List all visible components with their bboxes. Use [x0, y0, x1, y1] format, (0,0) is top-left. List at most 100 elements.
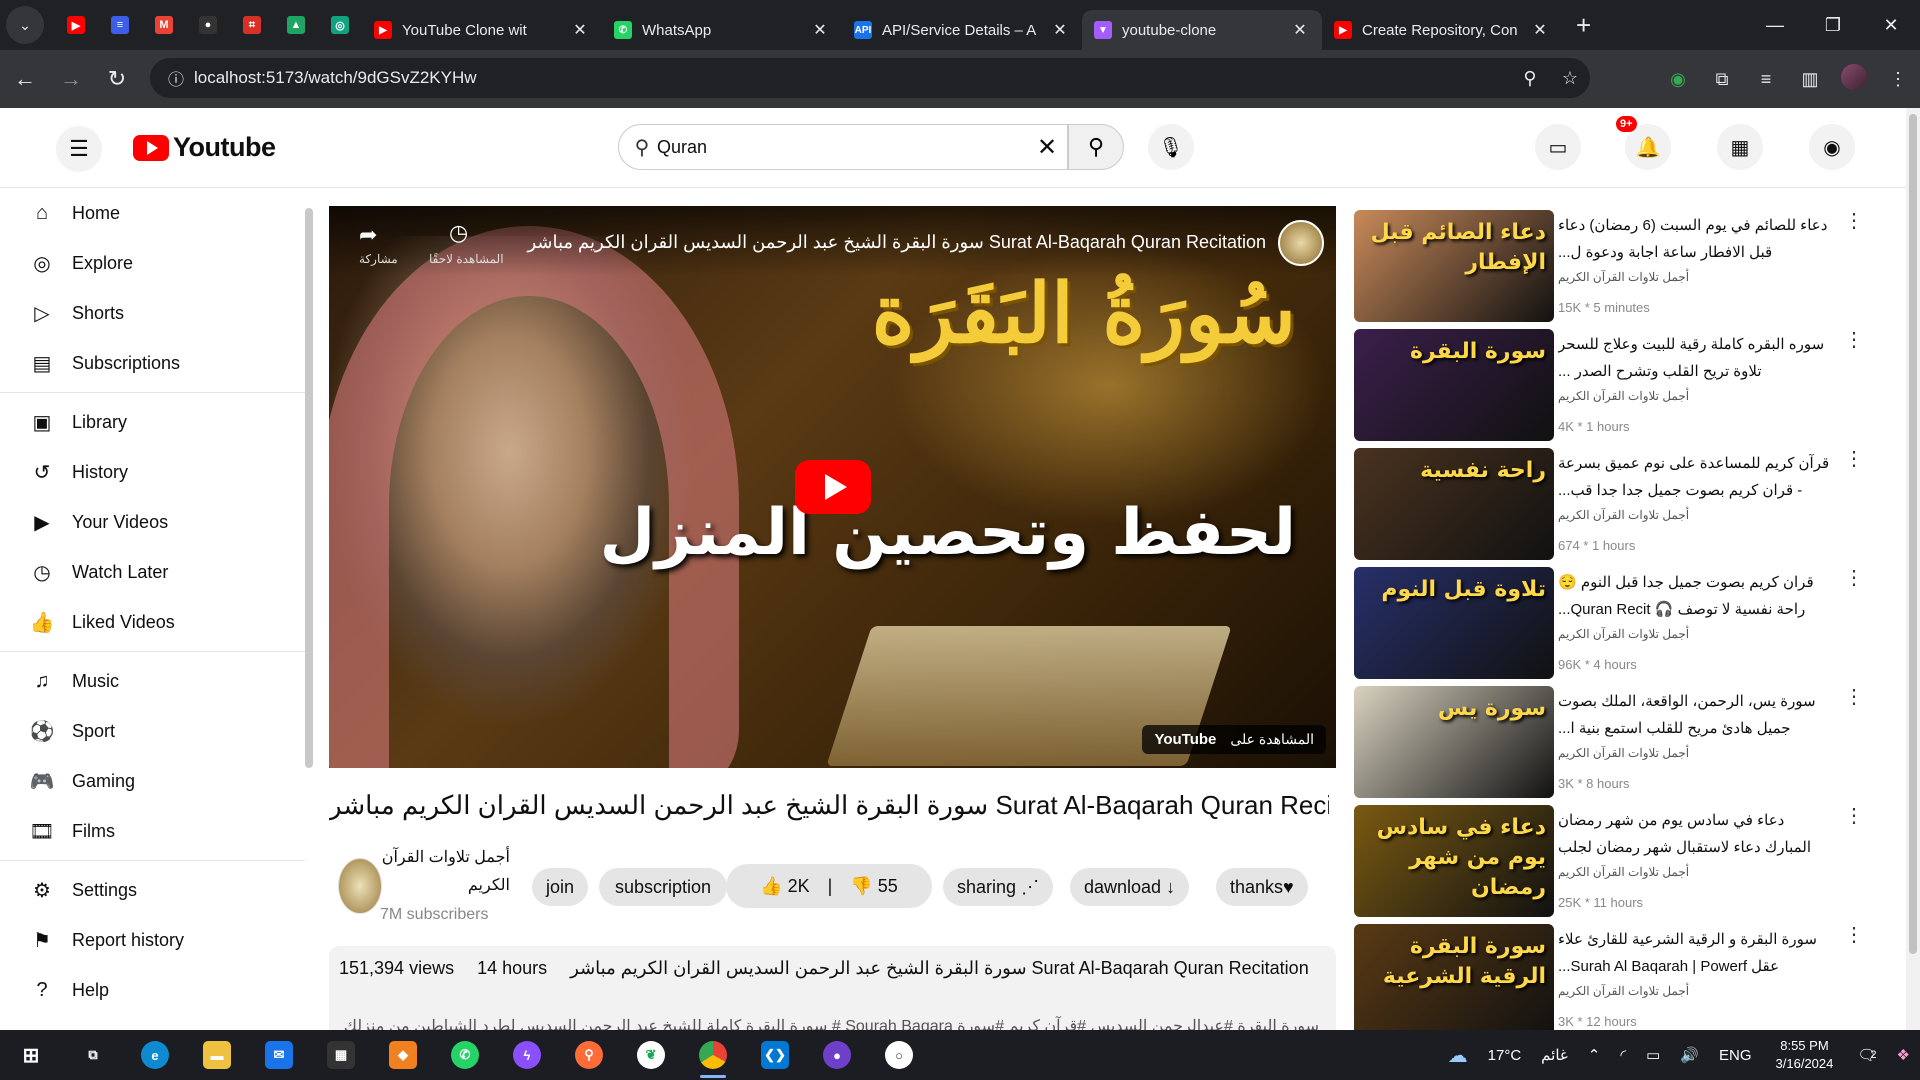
- recommended-video[interactable]: تلاوة قبل النوم قران كريم بصوت جميل جدا ق…: [1354, 565, 1864, 684]
- store-app[interactable]: ▦: [310, 1030, 372, 1080]
- sidebar-item-home[interactable]: ⌂ Home: [0, 188, 305, 238]
- page-scrollbar[interactable]: [1906, 108, 1920, 1030]
- tab-search-button[interactable]: ⌄: [6, 6, 44, 44]
- wifi-icon[interactable]: ◜: [1620, 1046, 1626, 1064]
- start-button[interactable]: ⊞: [0, 1030, 62, 1080]
- channel-name[interactable]: أجمل تلاوات القرآن الكريم: [380, 844, 510, 900]
- recommended-thumbnail[interactable]: راحة نفسية: [1354, 448, 1554, 560]
- recommended-channel[interactable]: أجمل تلاوات القرآن الكريم: [1558, 508, 1689, 522]
- recommended-thumbnail[interactable]: دعاء الصائم قبل الإفطار: [1354, 210, 1554, 322]
- pinned-tab[interactable]: ≡: [98, 7, 142, 43]
- sidebar-item-report-history[interactable]: ⚑ Report history: [0, 915, 305, 965]
- copilot-icon[interactable]: ❖: [1897, 1046, 1910, 1064]
- chrome-app[interactable]: [682, 1030, 744, 1080]
- sidebar-scrollbar[interactable]: [305, 208, 313, 768]
- sidebar-item-help[interactable]: ? Help: [0, 965, 305, 1015]
- close-tab-icon[interactable]: ✕: [1290, 20, 1310, 40]
- whatsapp-app[interactable]: ✆: [434, 1030, 496, 1080]
- sidebar-item-music[interactable]: ♫ Music: [0, 656, 305, 706]
- play-button[interactable]: [795, 460, 871, 514]
- recommended-video[interactable]: دعاء في سادس يوم من شهر رمضان دعاء في ساد…: [1354, 803, 1864, 922]
- close-tab-icon[interactable]: ✕: [570, 20, 590, 40]
- pinned-tab[interactable]: ⌗: [230, 7, 274, 43]
- site-info-icon[interactable]: ⓘ: [158, 66, 194, 90]
- recommended-thumbnail[interactable]: دعاء في سادس يوم من شهر رمضان: [1354, 805, 1554, 917]
- more-options-icon[interactable]: ⋮: [1844, 922, 1864, 947]
- recommended-channel[interactable]: أجمل تلاوات القرآن الكريم: [1558, 270, 1689, 284]
- github-desktop-app[interactable]: ●: [806, 1030, 868, 1080]
- join-button[interactable]: join: [532, 868, 589, 906]
- video-player[interactable]: سُورَةُ البَقَرَة لحفظ وتحصين المنزل سور…: [329, 206, 1336, 768]
- zoom-icon[interactable]: ⚲: [1510, 68, 1550, 89]
- recommended-thumbnail[interactable]: سورة البقرة: [1354, 329, 1554, 441]
- other-app[interactable]: ○: [868, 1030, 930, 1080]
- share-icon[interactable]: ➦: [359, 222, 377, 248]
- sidebar-item-films[interactable]: 🎞 Films: [0, 806, 305, 856]
- reload-button[interactable]: ↻: [96, 58, 138, 100]
- recommended-channel[interactable]: أجمل تلاوات القرآن الكريم: [1558, 865, 1689, 879]
- recommended-title[interactable]: سورة البقرة و الرقية الشرعية للقارئ علاء…: [1558, 926, 1834, 980]
- browser-tab[interactable]: ▼ youtube-clone ✕: [1082, 10, 1322, 50]
- messenger-app[interactable]: ϟ: [496, 1030, 558, 1080]
- recommended-title[interactable]: سورة يس، الرحمن، الواقعة، الملك بصوت جمي…: [1558, 688, 1834, 742]
- weather-temp[interactable]: 17°C: [1488, 1047, 1522, 1064]
- youtube-logo[interactable]: Youtube: [133, 132, 276, 163]
- more-options-icon[interactable]: ⋮: [1844, 446, 1864, 471]
- sidebar-item-gaming[interactable]: 🎮 Gaming: [0, 756, 305, 806]
- mongodb-app[interactable]: ❦: [620, 1030, 682, 1080]
- more-options-icon[interactable]: ⋮: [1844, 565, 1864, 590]
- new-tab-button[interactable]: +: [1576, 10, 1591, 41]
- pinned-tab[interactable]: ●: [186, 7, 230, 43]
- more-options-icon[interactable]: ⋮: [1844, 803, 1864, 828]
- download-button[interactable]: dawnload ↓: [1070, 868, 1190, 906]
- browser-tab[interactable]: ✆ WhatsApp ✕: [602, 10, 842, 50]
- dislike-button[interactable]: 👎 55: [850, 876, 897, 897]
- sidebar-item-library[interactable]: ▣ Library: [0, 397, 305, 447]
- recommended-video[interactable]: دعاء الصائم قبل الإفطار دعاء للصائم في يو…: [1354, 208, 1864, 327]
- pinned-tab[interactable]: ▶: [54, 7, 98, 43]
- apps-button[interactable]: ▦: [1717, 124, 1763, 170]
- extension-icon[interactable]: ◉: [1656, 69, 1700, 90]
- sidebar-item-sport[interactable]: ⚽ Sport: [0, 706, 305, 756]
- more-options-icon[interactable]: ⋮: [1844, 208, 1864, 233]
- more-options-icon[interactable]: ⋮: [1844, 684, 1864, 709]
- sidebar-item-your-videos[interactable]: ▶ Your Videos: [0, 497, 305, 547]
- recommended-channel[interactable]: أجمل تلاوات القرآن الكريم: [1558, 627, 1689, 641]
- pinned-tab[interactable]: M: [142, 7, 186, 43]
- recommended-channel[interactable]: أجمل تلاوات القرآن الكريم: [1558, 389, 1689, 403]
- clock-icon[interactable]: ◷: [449, 220, 468, 246]
- subscribe-button[interactable]: subscription: [599, 868, 728, 906]
- clear-search-icon[interactable]: ✕: [1027, 133, 1067, 162]
- player-channel-avatar[interactable]: [1278, 220, 1324, 266]
- watch-on-youtube-button[interactable]: YouTube المشاهدة على: [1142, 725, 1326, 754]
- sidebar-item-shorts[interactable]: ▷ Shorts: [0, 288, 305, 338]
- chevron-up-icon[interactable]: ⌃: [1588, 1046, 1601, 1064]
- media-control-icon[interactable]: ≡: [1744, 69, 1788, 90]
- search-input[interactable]: [657, 136, 1027, 158]
- pinned-tab[interactable]: ◎: [318, 7, 362, 43]
- file-explorer-app[interactable]: ▬: [186, 1030, 248, 1080]
- profile-avatar[interactable]: [1832, 63, 1876, 95]
- sidebar-item-explore[interactable]: ◎ Explore: [0, 238, 305, 288]
- sidebar-item-watch-later[interactable]: ◷ Watch Later: [0, 547, 305, 597]
- address-bar[interactable]: ⓘ localhost:5173/watch/9dGSvZ2KYHw ⚲ ☆: [150, 58, 1590, 98]
- account-button[interactable]: ◉: [1809, 124, 1855, 170]
- recommended-video[interactable]: سورة يس سورة يس، الرحمن، الواقعة، الملك ب…: [1354, 684, 1864, 803]
- mail-app[interactable]: ✉: [248, 1030, 310, 1080]
- channel-avatar[interactable]: [338, 858, 382, 914]
- more-options-icon[interactable]: ⋮: [1844, 327, 1864, 352]
- sidebar-item-liked-videos[interactable]: 👍 Liked Videos: [0, 597, 305, 647]
- browser-tab[interactable]: ▶ Create Repository, Con ✕: [1322, 10, 1562, 50]
- thanks-button[interactable]: thanks ♥: [1216, 868, 1308, 906]
- recommended-channel[interactable]: أجمل تلاوات القرآن الكريم: [1558, 984, 1689, 998]
- url-text[interactable]: localhost:5173/watch/9dGSvZ2KYHw: [194, 68, 1510, 88]
- recommended-title[interactable]: دعاء في سادس يوم من شهر رمضان المبارك دع…: [1558, 807, 1834, 861]
- volume-icon[interactable]: 🔊: [1680, 1046, 1699, 1064]
- forward-button[interactable]: →: [50, 58, 92, 100]
- recommended-video[interactable]: سورة البقرة سوره البقره كاملة رقية للبيت …: [1354, 327, 1864, 446]
- clock[interactable]: 8:55 PM 3/16/2024: [1776, 1037, 1834, 1073]
- recommended-video[interactable]: راحة نفسية قرآن كريم للمساعدة على نوم عمي…: [1354, 446, 1864, 565]
- close-window-icon[interactable]: ✕: [1862, 0, 1920, 50]
- battery-icon[interactable]: ▭: [1646, 1046, 1660, 1064]
- sidebar-item-history[interactable]: ↺ History: [0, 447, 305, 497]
